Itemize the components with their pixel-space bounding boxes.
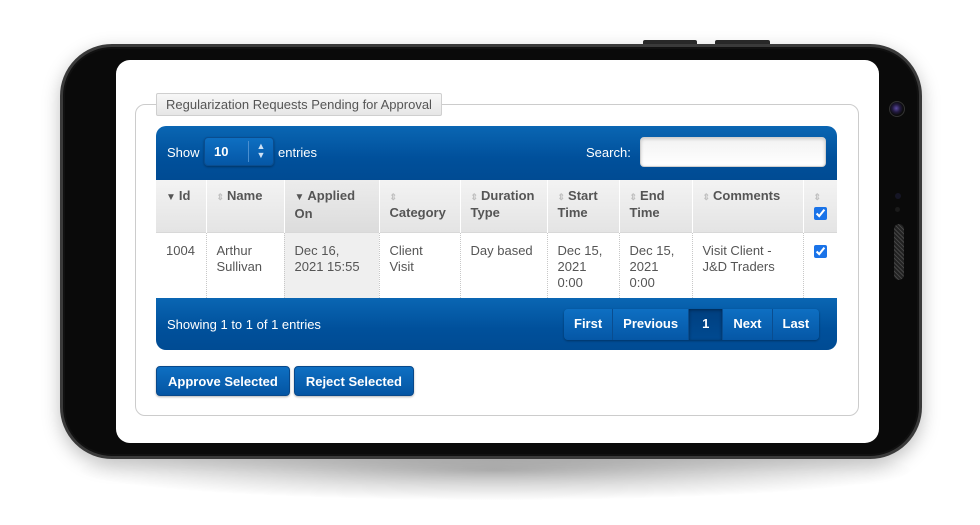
cell-applied-on: Dec 16, 2021 15:55 — [283, 231, 379, 298]
sort-both-icon: ⇕ — [216, 192, 225, 202]
entries-label: entries — [278, 145, 318, 160]
next-page-button[interactable]: Next — [723, 309, 773, 340]
column-header-name[interactable]: ⇕ Name — [205, 180, 285, 232]
cell-text: Visit Client - — [702, 242, 772, 258]
cell-text: Dec 15, — [557, 242, 603, 258]
sort-both-icon: ⇕ — [389, 192, 398, 202]
sort-both-icon: ⇕ — [470, 192, 479, 202]
search-input[interactable] — [640, 137, 826, 167]
panel-legend: Regularization Requests Pending for Appr… — [156, 93, 442, 116]
cell-name: Arthur Sullivan — [205, 231, 284, 298]
sort-both-icon: ⇕ — [813, 192, 822, 202]
requests-datatable: Show 10 ▲ ▼ entries Search: ▼ Id ⇕ Name … — [156, 126, 838, 350]
approve-selected-button[interactable]: Approve Selected — [156, 366, 290, 396]
cell-select — [802, 231, 837, 298]
column-label: Type — [470, 205, 500, 220]
select-divider — [248, 141, 249, 162]
table-header-row: ▼ Id ⇕ Name ▼ Applied On ⇕ Category ⇕ Durati — [156, 180, 838, 232]
table-toolbar: Show 10 ▲ ▼ entries Search: — [156, 126, 837, 180]
cell-text: Sullivan — [216, 258, 263, 274]
select-all-checkbox[interactable] — [813, 207, 827, 221]
cell-text: Dec 16, — [294, 242, 340, 258]
column-header-applied-on[interactable]: ▼ Applied On — [283, 180, 380, 232]
column-header-category[interactable]: ⇕ Category — [378, 180, 461, 232]
page-size-select[interactable]: 10 ▲ ▼ — [204, 137, 274, 166]
column-label: Time — [629, 205, 660, 220]
cell-duration-type: Day based — [459, 231, 547, 298]
column-label: Name — [227, 188, 263, 203]
column-label: Comments — [713, 188, 781, 203]
column-label: End — [640, 188, 665, 203]
column-header-duration-type[interactable]: ⇕ Duration Type — [459, 180, 548, 232]
cell-category: Client Visit — [378, 231, 460, 298]
row-select-checkbox[interactable] — [813, 244, 827, 258]
cell-text: 2021 — [557, 258, 587, 274]
page-size-value: 10 — [214, 144, 229, 159]
pagination: First Previous 1 Next Last — [564, 309, 820, 340]
sort-desc-icon: ▼ — [166, 192, 176, 203]
camera-icon — [889, 101, 905, 117]
cell-text: Visit — [389, 258, 414, 274]
speaker-grille-icon — [894, 224, 904, 280]
cell-id: 1004 — [156, 231, 206, 298]
column-label: Category — [389, 205, 446, 220]
cell-comments: Visit Client - J&D Traders — [691, 231, 803, 298]
column-label: Id — [178, 188, 191, 203]
sensor-icon — [895, 193, 901, 199]
cell-text: 0:00 — [557, 274, 583, 290]
column-label: Time — [557, 205, 588, 220]
sort-desc-icon: ▼ — [294, 192, 305, 203]
column-label: Start — [568, 188, 598, 203]
current-page-button[interactable]: 1 — [689, 309, 724, 340]
action-buttons: Approve Selected Reject Selected — [156, 366, 414, 396]
cell-end-time: Dec 15, 2021 0:00 — [618, 231, 692, 298]
table-info: Showing 1 to 1 of 1 entries — [167, 317, 321, 332]
reject-selected-button[interactable]: Reject Selected — [293, 366, 414, 396]
search-label: Search: — [586, 145, 631, 160]
show-label: Show — [167, 145, 200, 160]
sensor-icon — [895, 207, 900, 212]
cell-text: Arthur — [216, 242, 252, 258]
requests-table: ▼ Id ⇕ Name ▼ Applied On ⇕ Category ⇕ Durati — [156, 180, 838, 298]
first-page-button[interactable]: First — [564, 309, 614, 340]
cell-text: 2021 15:55 — [294, 258, 360, 274]
last-page-button[interactable]: Last — [772, 309, 820, 340]
column-header-comments[interactable]: ⇕ Comments — [691, 180, 804, 232]
table-row: 1004 Arthur Sullivan Dec 16, 2021 15:55 … — [156, 231, 837, 298]
device-screen: Regularization Requests Pending for Appr… — [116, 60, 879, 443]
column-label: Applied — [307, 188, 356, 203]
previous-page-button[interactable]: Previous — [613, 309, 690, 340]
cell-text: Dec 15, — [629, 242, 675, 258]
cell-text: 2021 — [629, 258, 659, 274]
select-arrows-icon: ▲ ▼ — [256, 141, 266, 160]
cell-text: Client — [389, 242, 423, 258]
sort-both-icon: ⇕ — [629, 192, 638, 202]
cell-start-time: Dec 15, 2021 0:00 — [546, 231, 619, 298]
sort-both-icon: ⇕ — [557, 192, 566, 202]
column-header-end-time[interactable]: ⇕ End Time — [618, 180, 693, 232]
column-header-start-time[interactable]: ⇕ Start Time — [546, 180, 620, 232]
column-header-id[interactable]: ▼ Id — [156, 180, 207, 232]
cell-text: 0:00 — [629, 274, 655, 290]
table-footer: Showing 1 to 1 of 1 entries First Previo… — [156, 298, 837, 350]
sort-both-icon: ⇕ — [702, 192, 711, 202]
column-header-select: ⇕ — [802, 180, 838, 232]
column-label: Duration — [481, 188, 535, 203]
cell-text: J&D Traders — [702, 258, 775, 274]
column-label: On — [294, 206, 313, 221]
